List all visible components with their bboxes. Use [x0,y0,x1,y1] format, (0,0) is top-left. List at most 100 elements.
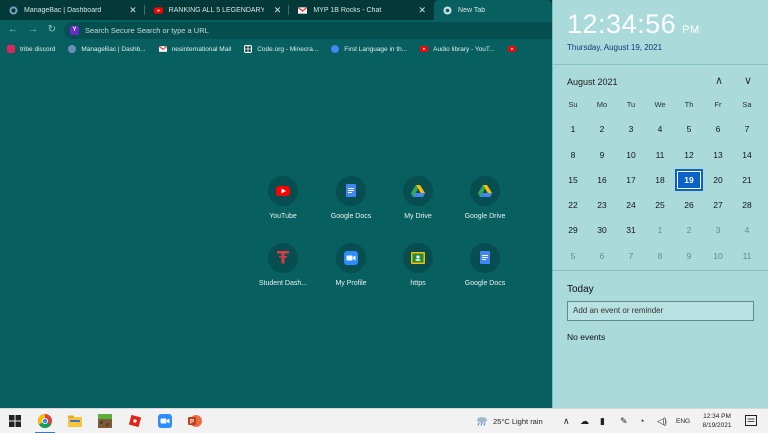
bookmark-tribe-discord[interactable]: tribe discord [7,45,55,53]
calendar-day[interactable]: 14 [735,146,759,164]
forward-arrow-icon[interactable]: → [27,24,39,36]
pen-icon[interactable]: ✎ [620,409,628,433]
windows-start-icon[interactable] [9,415,21,427]
weather-rain-icon[interactable] [476,416,488,426]
calendar-day[interactable]: 2 [590,120,614,138]
calendar-day[interactable]: 21 [735,171,759,189]
shortcut-student-dash[interactable]: Student Dash... [248,243,318,287]
shortcut-icon-circle [403,176,433,206]
calendar-day[interactable]: 11 [735,247,759,265]
full-date-link[interactable]: Thursday, August 19, 2021 [567,43,662,52]
previous-month-icon[interactable]: ∧ [712,74,726,87]
calendar-day[interactable]: 6 [706,120,730,138]
calendar-day[interactable]: 5 [677,120,701,138]
chevron-up-icon[interactable]: ∧ [563,409,570,433]
divider [553,270,768,271]
calendar-day[interactable]: 27 [706,196,730,214]
shortcut-my-profile[interactable]: My Profile [316,243,386,287]
close-tab-icon[interactable]: ✕ [129,5,137,15]
shortcut-https[interactable]: https [383,243,453,287]
tab-chat[interactable]: MYP 1B Rocks - Chat ✕ [289,0,434,20]
close-tab-icon[interactable]: ✕ [274,5,282,15]
next-month-icon[interactable]: ∨ [741,74,755,87]
calendar-day[interactable]: 25 [648,196,672,214]
calendar-day[interactable]: 26 [677,196,701,214]
tab-managebac[interactable]: ManageBac | Dashboard ✕ [0,0,145,20]
calendar-day[interactable]: 12 [677,146,701,164]
calendar-day[interactable]: 1 [561,120,585,138]
shortcut-google-docs-2[interactable]: Google Docs [450,243,520,287]
calendar-day[interactable]: 3 [706,221,730,239]
bookmark-overflow[interactable] [507,45,521,53]
bookmark-managebac[interactable]: ManageBac | Dashb... [68,45,146,53]
file-explorer-icon[interactable] [68,414,82,428]
calendar-day[interactable]: 20 [706,171,730,189]
calendar-day[interactable]: 10 [706,247,730,265]
chrome-icon[interactable] [38,414,52,428]
calendar-day[interactable]: 7 [619,247,643,265]
calendar-day[interactable]: 22 [561,196,585,214]
secure-search-icon: Y [70,26,79,35]
language-indicator[interactable]: ENG [676,409,690,433]
bookmark-first-language[interactable]: First Language in th... [331,45,407,53]
calendar-day[interactable]: 5 [561,247,585,265]
calendar-day[interactable]: 7 [735,120,759,138]
calendar-day-today[interactable]: 19 [675,169,703,191]
month-label[interactable]: August 2021 [567,77,618,87]
add-event-input[interactable]: Add an event or reminder [567,301,754,321]
calendar-day[interactable]: 4 [648,120,672,138]
calendar-day[interactable]: 31 [619,221,643,239]
calendar-day[interactable]: 16 [590,171,614,189]
calendar-day[interactable]: 8 [561,146,585,164]
calendar-day[interactable]: 13 [706,146,730,164]
calendar-day[interactable]: 28 [735,196,759,214]
close-tab-icon[interactable]: ✕ [418,5,426,15]
tab-title: MYP 1B Rocks - Chat [313,6,382,14]
bookmark-code-org[interactable]: Code.org - Minecra... [244,45,318,53]
calendar-day[interactable]: 9 [677,247,701,265]
shortcut-label: Google Docs [464,280,506,287]
zoom-icon[interactable] [158,414,172,428]
bookmark-audio-library[interactable]: Audio library - YouT... [420,45,495,53]
tab-youtube[interactable]: RANKING ALL 5 LEGENDARY BR ✕ [145,0,290,20]
calendar-day[interactable]: 8 [648,247,672,265]
calendar-day[interactable]: 6 [590,247,614,265]
notifications-icon[interactable] [745,415,757,427]
shortcut-my-drive[interactable]: My Drive [383,176,453,220]
reload-icon[interactable]: ↻ [46,24,58,36]
calendar-day[interactable]: 30 [590,221,614,239]
shortcut-youtube[interactable]: YouTube [248,176,318,220]
calendar-day[interactable]: 2 [677,221,701,239]
shortcut-google-docs[interactable]: Google Docs [316,176,386,220]
weekday-label: Tu [626,100,636,109]
calendar-day[interactable]: 1 [648,221,672,239]
minecraft-icon[interactable] [98,414,112,428]
shortcut-google-drive[interactable]: Google Drive [450,176,520,220]
calendar-day[interactable]: 18 [648,171,672,189]
battery-icon[interactable]: ▮ [600,409,605,433]
calendar-day[interactable]: 10 [619,146,643,164]
calendar-day[interactable]: 4 [735,221,759,239]
address-bar[interactable]: Y Search Secure Search or type a URL [64,22,552,39]
bookmark-mail[interactable]: nesinternational Mail [158,45,231,53]
calendar-day[interactable]: 9 [590,146,614,164]
calendar-day[interactable]: 3 [619,120,643,138]
calendar-day[interactable]: 17 [619,171,643,189]
roblox-icon[interactable] [128,414,142,428]
calendar-day[interactable]: 24 [619,196,643,214]
calendar-day[interactable]: 11 [648,146,672,164]
calendar-day[interactable]: 15 [561,171,585,189]
powerpoint-icon[interactable]: P [188,414,202,428]
taskbar-clock[interactable]: 12:34 PM 8/19/2021 [697,412,737,430]
calendar-day[interactable]: 29 [561,221,585,239]
wifi-icon[interactable]: ◔ [639,409,644,433]
address-bar-placeholder: Search Secure Search or type a URL [85,26,209,35]
onedrive-icon[interactable]: ☁ [580,409,589,433]
volume-icon[interactable]: ◁) [657,409,667,433]
weather-text[interactable]: 25°C Light rain [493,409,543,433]
browser-toolbar: ← → ↻ Y Search Secure Search or type a U… [0,20,552,41]
calendar-day[interactable]: 23 [590,196,614,214]
tab-new-tab[interactable]: New Tab [434,0,553,20]
back-arrow-icon[interactable]: ← [7,24,19,36]
google-icon [331,45,340,53]
